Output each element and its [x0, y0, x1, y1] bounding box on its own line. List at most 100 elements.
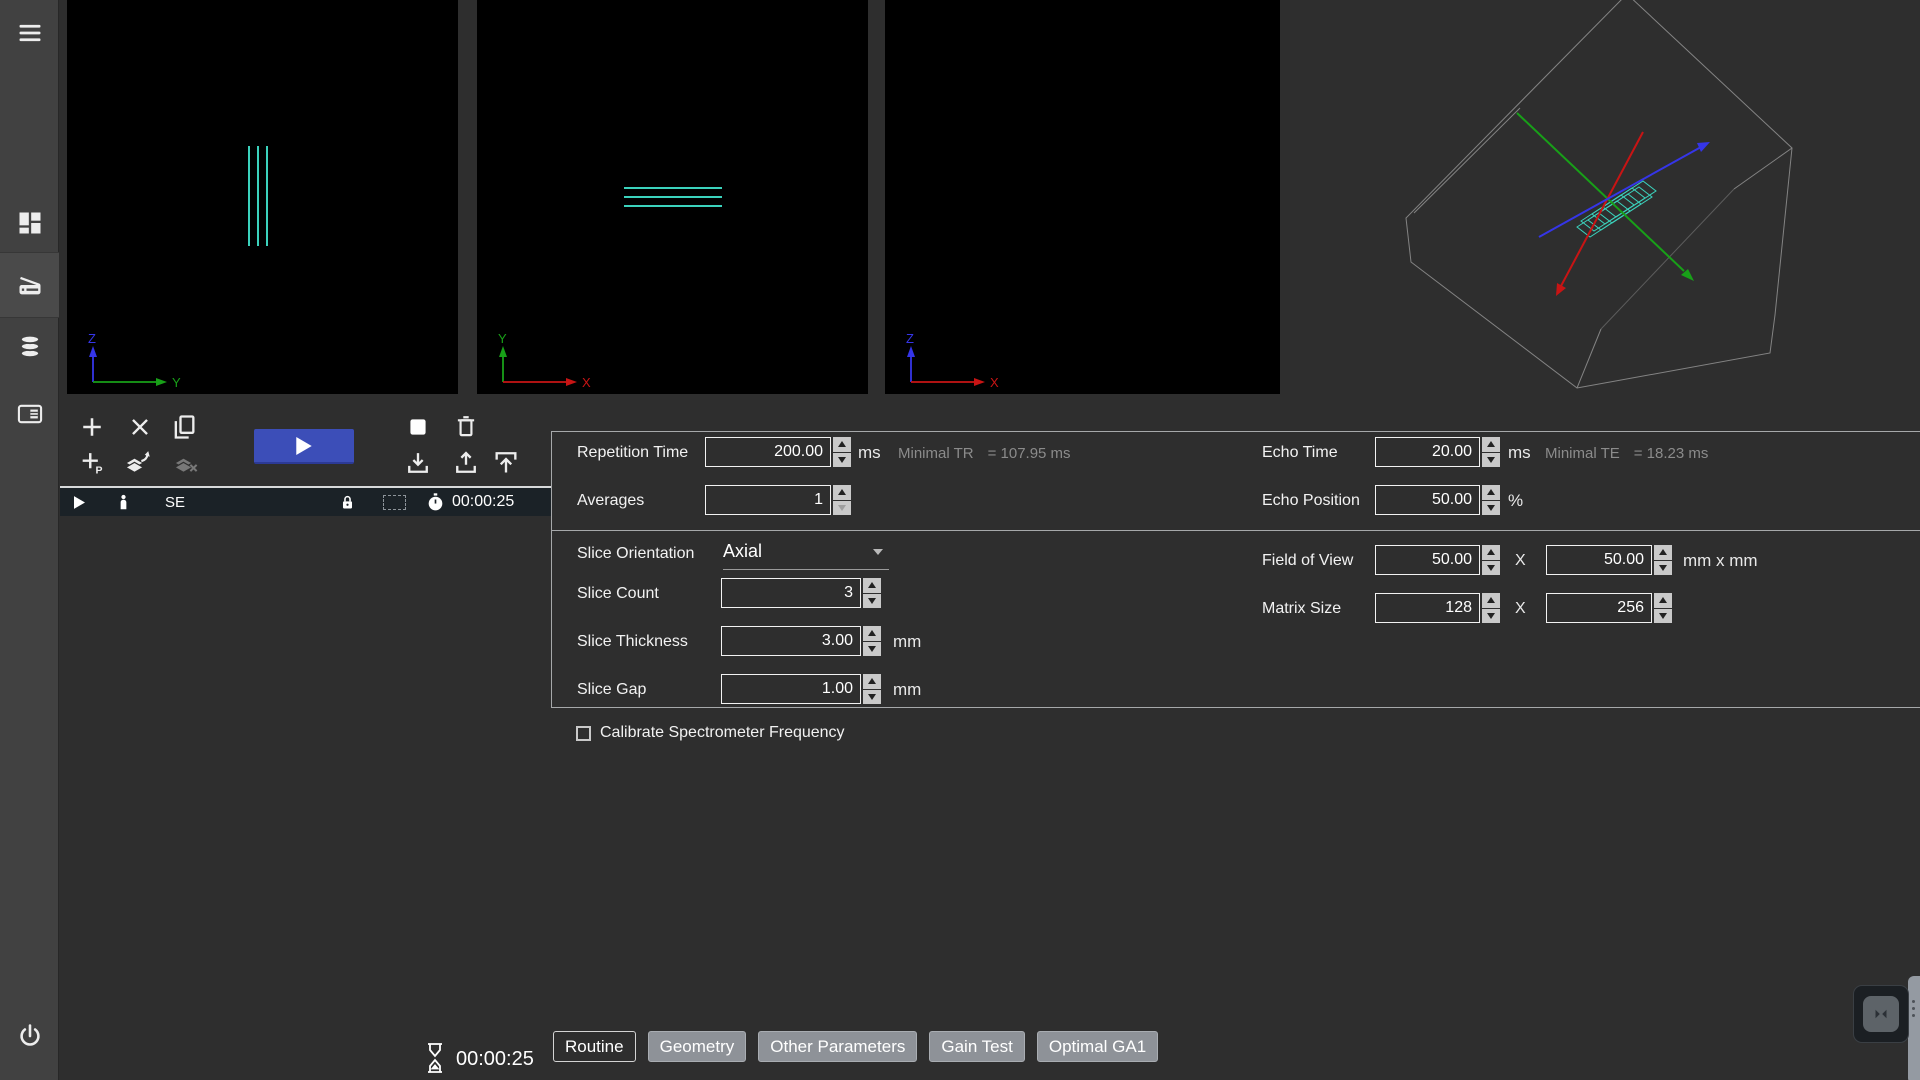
averages-decrement[interactable]: [833, 501, 851, 516]
echo-position-label: Echo Position: [1262, 492, 1360, 510]
power-icon: [16, 1022, 44, 1050]
field-of-view-y-input[interactable]: 50.00: [1546, 545, 1672, 575]
geometry-3d-view[interactable]: [1280, 0, 1920, 410]
svg-text:X: X: [990, 375, 999, 390]
sidebar: [0, 0, 59, 1080]
echo-time-label: Echo Time: [1262, 444, 1338, 462]
axis-indicator: Z X: [891, 332, 1021, 392]
fov-y-decrement[interactable]: [1654, 561, 1672, 576]
svg-text:Z: Z: [88, 332, 96, 346]
matrix-y-increment[interactable]: [1654, 593, 1672, 608]
averages-increment[interactable]: [833, 485, 851, 500]
minimal-te-hint: Minimal TE= 18.23 ms: [1545, 445, 1708, 462]
trash-icon: [453, 414, 479, 440]
tab-optimal-ga1[interactable]: Optimal GA1: [1037, 1031, 1158, 1062]
axis-indicator: Z Y: [73, 332, 203, 392]
svg-text:Y: Y: [172, 375, 181, 390]
viewport-axial[interactable]: Z X: [885, 0, 1280, 394]
calibrate-spectrometer-checkbox[interactable]: Calibrate Spectrometer Frequency: [576, 724, 845, 742]
tab-gain-test[interactable]: Gain Test: [929, 1031, 1025, 1062]
menu-button[interactable]: [0, 5, 59, 61]
import-stack-button-disabled[interactable]: [170, 447, 202, 479]
sidebar-item-scanner[interactable]: [0, 252, 59, 318]
matrix-size-x-input[interactable]: 128: [1375, 593, 1500, 623]
sequence-list-row[interactable]: SE 00:00:25: [60, 486, 551, 516]
slice-count-increment[interactable]: [863, 578, 881, 593]
tab-routine[interactable]: Routine: [553, 1031, 636, 1062]
slice-orientation-label: Slice Orientation: [577, 545, 694, 563]
echo-position-input[interactable]: 50.00: [1375, 485, 1500, 515]
repetition-time-input[interactable]: 200.00: [705, 437, 851, 467]
slice-count-decrement[interactable]: [863, 594, 881, 609]
slice-gap-decrement[interactable]: [863, 690, 881, 705]
export-stack-button[interactable]: [121, 447, 153, 479]
slice-count-input[interactable]: 3: [721, 578, 881, 608]
repetition-time-unit: ms: [858, 443, 881, 463]
close-icon: [127, 414, 153, 440]
fov-x-increment[interactable]: [1482, 545, 1500, 560]
slice-gap-increment[interactable]: [863, 674, 881, 689]
echo-time-input[interactable]: 20.00: [1375, 437, 1500, 467]
sequence-duration: 00:00:25: [452, 488, 514, 516]
sidebar-item-dashboard[interactable]: [0, 195, 59, 251]
slice-count-label: Slice Count: [577, 585, 659, 603]
echo-position-decrement[interactable]: [1482, 501, 1500, 516]
add-protocol-button[interactable]: P: [76, 447, 108, 479]
upload-all-button[interactable]: [490, 446, 522, 478]
slice-thickness-increment[interactable]: [863, 626, 881, 641]
matrix-x-increment[interactable]: [1482, 593, 1500, 608]
scanner-icon: [16, 271, 44, 299]
repetition-time-decrement[interactable]: [833, 453, 851, 468]
axis-green: [1517, 113, 1694, 281]
slice-gap-label: Slice Gap: [577, 681, 646, 699]
selection-box-icon[interactable]: [383, 488, 406, 516]
start-scan-button[interactable]: [254, 429, 354, 464]
slice-orientation-dropdown[interactable]: Axial: [723, 541, 889, 562]
floating-widget[interactable]: [1853, 985, 1909, 1043]
layers-icon: [171, 448, 201, 478]
matrix-x-decrement[interactable]: [1482, 609, 1500, 624]
echo-time-decrement[interactable]: [1482, 453, 1500, 468]
slice-thickness-decrement[interactable]: [863, 642, 881, 657]
svg-text:X: X: [582, 375, 591, 390]
sidebar-item-reader[interactable]: [0, 386, 59, 442]
matrix-y-decrement[interactable]: [1654, 609, 1672, 624]
matrix-size-y-input[interactable]: 256: [1546, 593, 1672, 623]
upload-button[interactable]: [450, 447, 482, 479]
viewport-coronal[interactable]: Y X: [477, 0, 868, 394]
field-of-view-label: Field of View: [1262, 552, 1353, 570]
stop-button[interactable]: [402, 411, 434, 443]
row-play-icon[interactable]: [74, 488, 85, 516]
power-button[interactable]: [0, 1008, 59, 1064]
axis-red: [1556, 132, 1643, 296]
tab-geometry[interactable]: Geometry: [648, 1031, 747, 1062]
sidebar-item-database[interactable]: [0, 319, 59, 375]
drag-dots-icon: [1912, 1000, 1915, 1017]
remove-button[interactable]: [124, 411, 156, 443]
tab-other-parameters[interactable]: Other Parameters: [758, 1031, 917, 1062]
duplicate-button[interactable]: [168, 411, 200, 443]
sequence-name: SE: [165, 488, 185, 516]
download-button[interactable]: [402, 447, 434, 479]
averages-input[interactable]: 1: [705, 485, 851, 515]
field-of-view-x-input[interactable]: 50.00: [1375, 545, 1500, 575]
echo-time-unit: ms: [1508, 443, 1531, 463]
wireframe-cube: [1406, 0, 1792, 388]
add-button[interactable]: [76, 411, 108, 443]
fov-y-increment[interactable]: [1654, 545, 1672, 560]
plus-icon: [78, 413, 106, 441]
averages-label: Averages: [577, 492, 644, 510]
slice-gap-input[interactable]: 1.00: [721, 674, 881, 704]
lock-icon[interactable]: [338, 488, 357, 516]
delete-button[interactable]: [450, 411, 482, 443]
checkbox-box[interactable]: [576, 726, 591, 741]
fov-separator: X: [1515, 552, 1526, 570]
slice-line: [257, 146, 259, 246]
echo-time-increment[interactable]: [1482, 437, 1500, 452]
viewport-sagittal[interactable]: Z Y: [67, 0, 458, 394]
edge-dock-handle[interactable]: [1908, 976, 1920, 1080]
repetition-time-increment[interactable]: [833, 437, 851, 452]
echo-position-increment[interactable]: [1482, 485, 1500, 500]
slice-thickness-input[interactable]: 3.00: [721, 626, 881, 656]
fov-x-decrement[interactable]: [1482, 561, 1500, 576]
